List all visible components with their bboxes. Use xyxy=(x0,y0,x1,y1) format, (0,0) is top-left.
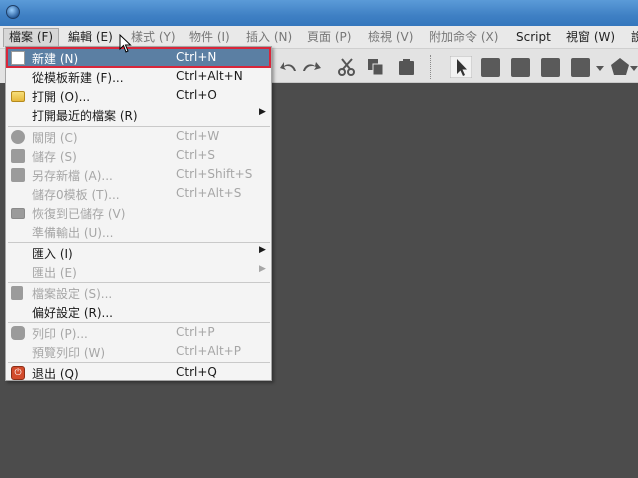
import-label: 匯入 (I) xyxy=(32,247,73,261)
print-shortcut: Ctrl+P xyxy=(176,325,215,339)
print-preview-label: 預覽列印 (W) xyxy=(32,346,106,360)
file-menu-document-setup[interactable]: 檔案設定 (S)... xyxy=(7,283,270,302)
revert-icon xyxy=(11,208,25,219)
file-menu-print[interactable]: 列印 (P)... Ctrl+P xyxy=(7,323,270,342)
revert-label: 恢復到已儲存 (V) xyxy=(32,207,126,221)
cut-icon[interactable] xyxy=(336,56,358,78)
shape-icon[interactable] xyxy=(571,58,590,77)
file-menu-preferences[interactable]: 偏好設定 (R)... xyxy=(7,302,270,321)
file-menu-new-shortcut: Ctrl+N xyxy=(176,50,217,64)
collect-for-output-label: 準備輸出 (U)... xyxy=(32,226,114,240)
open-label: 打開 (O)... xyxy=(32,90,91,104)
file-menu-print-preview[interactable]: 預覽列印 (W) Ctrl+Alt+P xyxy=(7,342,270,361)
frame-icon[interactable] xyxy=(481,58,500,77)
open-shortcut: Ctrl+O xyxy=(176,88,217,102)
preferences-label: 偏好設定 (R)... xyxy=(32,306,113,320)
submenu-arrow-icon: ▶ xyxy=(259,245,266,255)
menu-file[interactable]: 檔案 (F) xyxy=(3,28,60,47)
save-as-template-shortcut: Ctrl+Alt+S xyxy=(176,186,242,200)
save-label: 儲存 (S) xyxy=(32,150,77,164)
close-label: 關閉 (C) xyxy=(32,131,78,145)
file-menu-quit[interactable]: ⏻ 退出 (Q) Ctrl+Q xyxy=(7,363,270,382)
quit-label: 退出 (Q) xyxy=(32,367,79,381)
save-as-label: 另存新檔 (A)... xyxy=(32,169,113,183)
close-shortcut: Ctrl+W xyxy=(176,129,220,143)
mouse-cursor-icon xyxy=(119,34,132,53)
image-frame-icon[interactable] xyxy=(511,58,530,77)
select-pointer-icon[interactable] xyxy=(450,56,472,78)
menu-insert[interactable]: 插入 (N) xyxy=(241,28,297,47)
document-setup-label: 檔案設定 (S)... xyxy=(32,287,113,301)
file-menu-import[interactable]: 匯入 (I) ▶ xyxy=(7,243,270,262)
print-label: 列印 (P)... xyxy=(32,327,88,341)
file-menu-dropdown: 新建 (N) Ctrl+N 從模板新建 (F)... Ctrl+Alt+N 打開… xyxy=(5,46,272,381)
file-menu-revert[interactable]: 恢復到已儲存 (V) xyxy=(7,203,270,222)
copy-icon[interactable] xyxy=(365,56,387,78)
file-menu-save-as[interactable]: 另存新檔 (A)... Ctrl+Shift+S xyxy=(7,165,270,184)
app-logo-icon xyxy=(6,5,20,19)
file-menu-collect-for-output[interactable]: 準備輸出 (U)... xyxy=(7,222,270,241)
menu-view[interactable]: 檢視 (V) xyxy=(363,28,418,47)
undo-icon[interactable] xyxy=(278,56,300,78)
new-document-icon xyxy=(11,51,25,65)
open-recent-label: 打開最近的檔案 (R) xyxy=(32,109,138,123)
main-toolbar xyxy=(272,49,638,83)
table-icon[interactable] xyxy=(541,58,560,77)
new-from-template-shortcut: Ctrl+Alt+N xyxy=(176,69,243,83)
menu-style[interactable]: 樣式 (Y) xyxy=(126,28,181,47)
toolbar-separator xyxy=(430,55,432,79)
new-from-template-label: 從模板新建 (F)... xyxy=(32,71,124,85)
menu-script[interactable]: Script xyxy=(511,28,556,47)
save-as-template-label: 儲存0模板 (T)... xyxy=(32,188,120,202)
submenu-arrow-icon: ▶ xyxy=(259,264,266,274)
file-menu-save-as-template[interactable]: 儲存0模板 (T)... Ctrl+Alt+S xyxy=(7,184,270,203)
paste-icon[interactable] xyxy=(396,56,418,78)
file-menu-new[interactable]: 新建 (N) Ctrl+N xyxy=(6,47,271,68)
file-menu-new-from-template[interactable]: 從模板新建 (F)... Ctrl+Alt+N xyxy=(7,67,270,86)
document-settings-icon xyxy=(11,286,23,300)
file-menu-new-label: 新建 (N) xyxy=(32,52,79,66)
submenu-arrow-icon: ▶ xyxy=(259,107,266,117)
menu-page[interactable]: 頁面 (P) xyxy=(302,28,356,47)
save-shortcut: Ctrl+S xyxy=(176,148,216,162)
menu-help[interactable]: 說 xyxy=(626,28,638,47)
export-label: 匯出 (E) xyxy=(32,266,77,280)
save-as-shortcut: Ctrl+Shift+S xyxy=(176,167,253,181)
quit-shortcut: Ctrl+Q xyxy=(176,365,217,379)
polygon-icon[interactable] xyxy=(609,56,631,78)
print-preview-shortcut: Ctrl+Alt+P xyxy=(176,344,241,358)
close-circle-icon xyxy=(11,130,25,144)
menu-item-object[interactable]: 物件 (I) xyxy=(184,28,235,47)
file-menu-export[interactable]: 匯出 (E) ▶ xyxy=(7,262,270,281)
save-icon xyxy=(11,149,25,163)
file-menu-open[interactable]: 打開 (O)... Ctrl+O xyxy=(7,86,270,105)
file-menu-open-recent[interactable]: 打開最近的檔案 (R) ▶ xyxy=(7,105,270,124)
menu-window[interactable]: 視窗 (W) xyxy=(561,28,620,47)
menu-edit[interactable]: 編輯 (E) xyxy=(63,28,118,47)
redo-icon[interactable] xyxy=(300,56,324,78)
chevron-down-icon-2[interactable] xyxy=(630,56,638,78)
save-as-icon xyxy=(11,168,25,182)
file-menu-save[interactable]: 儲存 (S) Ctrl+S xyxy=(7,146,270,165)
power-icon: ⏻ xyxy=(11,366,25,380)
file-menu-close[interactable]: 關閉 (C) Ctrl+W xyxy=(7,127,270,146)
menu-extras[interactable]: 附加命令 (X) xyxy=(424,28,503,47)
window-titlebar xyxy=(0,0,638,26)
chevron-down-icon[interactable] xyxy=(595,56,605,78)
print-icon xyxy=(11,326,25,340)
open-folder-icon xyxy=(11,91,25,102)
